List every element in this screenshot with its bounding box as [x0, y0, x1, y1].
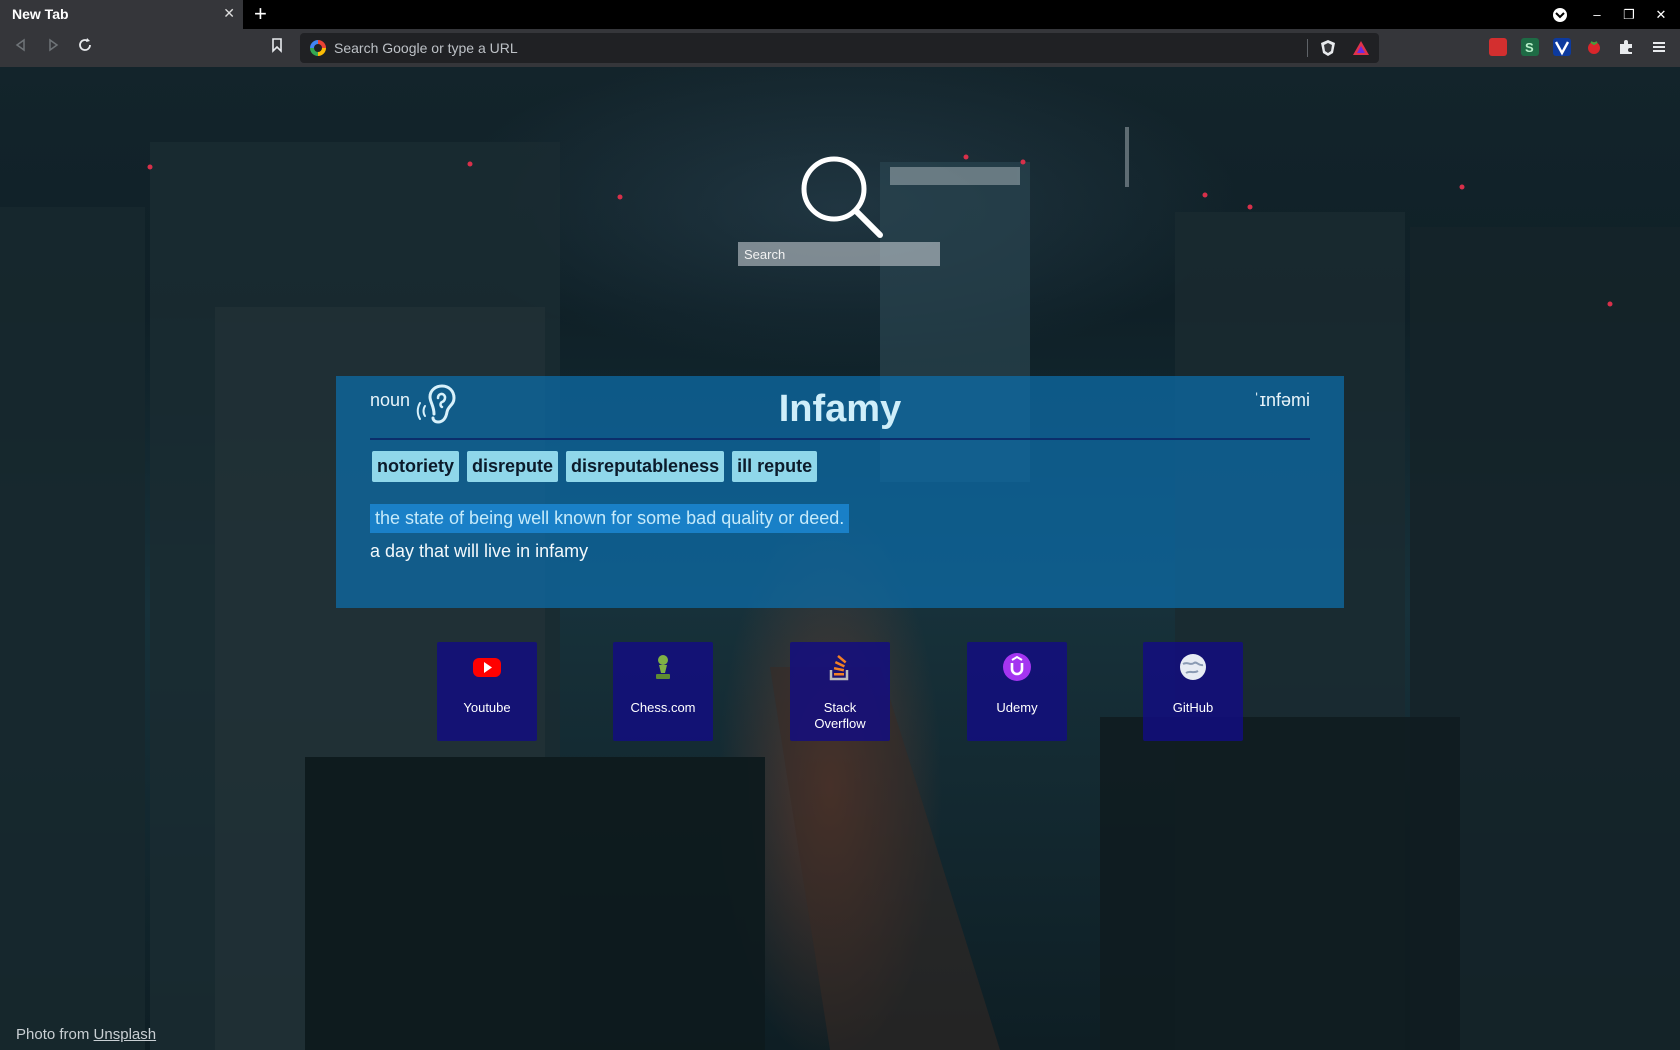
- phonetic-spelling: ˈɪnfəmi: [1253, 390, 1310, 410]
- address-divider: [1307, 39, 1308, 57]
- restore-button[interactable]: ❐: [1614, 0, 1644, 29]
- card-divider: [370, 438, 1310, 440]
- tab-title: New Tab: [12, 6, 69, 22]
- synonym-chip[interactable]: ill repute: [732, 451, 818, 482]
- minimize-button[interactable]: –: [1582, 0, 1612, 29]
- search-input[interactable]: [738, 242, 940, 266]
- address-bar-placeholder: Search Google or type a URL: [334, 40, 518, 56]
- word-of-the-day-card: noun Infamy ˈɪnfəmi notoriety disrepute di…: [336, 376, 1344, 608]
- address-bar[interactable]: Search Google or type a URL: [300, 33, 1379, 63]
- tab-new-tab[interactable]: New Tab ✕: [0, 0, 243, 29]
- browser-menu-icon[interactable]: [1650, 38, 1668, 56]
- back-icon: [15, 38, 25, 52]
- shortcut-label: Udemy: [996, 700, 1038, 715]
- forward-icon: [49, 38, 59, 52]
- extensions-puzzle-icon[interactable]: [1617, 38, 1635, 56]
- bookmark-icon: [272, 38, 282, 53]
- udemy-icon: [1003, 653, 1031, 681]
- forward-button[interactable]: [42, 37, 64, 59]
- profile-menu-icon[interactable]: [1545, 0, 1575, 29]
- shortcut-label: GitHub: [1172, 700, 1214, 715]
- tab-strip: New Tab ✕ + – ❐ ✕: [0, 0, 1680, 29]
- unsplash-link[interactable]: Unsplash: [94, 1026, 157, 1043]
- reload-icon: [79, 38, 91, 51]
- stackoverflow-icon: [829, 655, 849, 681]
- shortcut-youtube[interactable]: Youtube: [437, 642, 537, 741]
- extension-s-icon[interactable]: S: [1521, 38, 1539, 56]
- example-sentence: a day that will live in infamy: [370, 541, 589, 561]
- brave-shield-icon[interactable]: [1319, 39, 1337, 57]
- shortcut-label: Youtube: [463, 700, 511, 715]
- shortcut-github[interactable]: GitHub: [1143, 642, 1243, 741]
- synonym-chip[interactable]: disreputableness: [566, 451, 725, 482]
- google-icon: [310, 40, 326, 56]
- svg-text:S: S: [1525, 40, 1534, 55]
- magnifier-icon: [801, 156, 883, 238]
- shortcut-udemy[interactable]: Udemy: [967, 642, 1067, 741]
- shortcut-label: Stack Overflow: [814, 700, 866, 731]
- back-button[interactable]: [10, 37, 32, 59]
- shortcut-label: Chess.com: [630, 700, 696, 715]
- shortcut-grid: Youtube Chess.com Stack Overflow Udemy G…: [437, 642, 1247, 742]
- browser-toolbar: Search Google or type a URL S: [0, 29, 1680, 67]
- youtube-icon: [473, 658, 501, 677]
- definition-text: the state of being well known for some b…: [370, 504, 850, 533]
- credit-prefix: Photo from: [16, 1026, 90, 1043]
- extension-tomato-icon[interactable]: [1585, 38, 1603, 56]
- shortcut-chess[interactable]: Chess.com: [613, 642, 713, 741]
- chess-pawn-icon: [656, 655, 670, 679]
- shortcut-stackoverflow[interactable]: Stack Overflow: [790, 642, 890, 741]
- new-tab-button[interactable]: +: [254, 2, 267, 26]
- synonym-chip[interactable]: disrepute: [467, 451, 559, 482]
- new-tab-page: noun Infamy ˈɪnfəmi notorietydisreputedi…: [0, 67, 1680, 1050]
- synonym-chip[interactable]: notoriety: [372, 451, 460, 482]
- extension-red-icon[interactable]: [1489, 38, 1507, 56]
- globe-icon: [1180, 654, 1206, 680]
- bookmark-button[interactable]: [266, 37, 288, 59]
- extension-v-icon[interactable]: [1553, 38, 1571, 56]
- word-title: Infamy: [778, 388, 902, 430]
- photo-credit: Photo from Unsplash: [16, 1026, 156, 1043]
- brave-rewards-icon[interactable]: [1352, 39, 1370, 57]
- tab-close-icon[interactable]: ✕: [223, 5, 235, 22]
- close-window-button[interactable]: ✕: [1646, 0, 1676, 29]
- reload-button[interactable]: [74, 37, 96, 59]
- synonym-list: notoriety disrepute disreputableness ill re…: [372, 451, 825, 482]
